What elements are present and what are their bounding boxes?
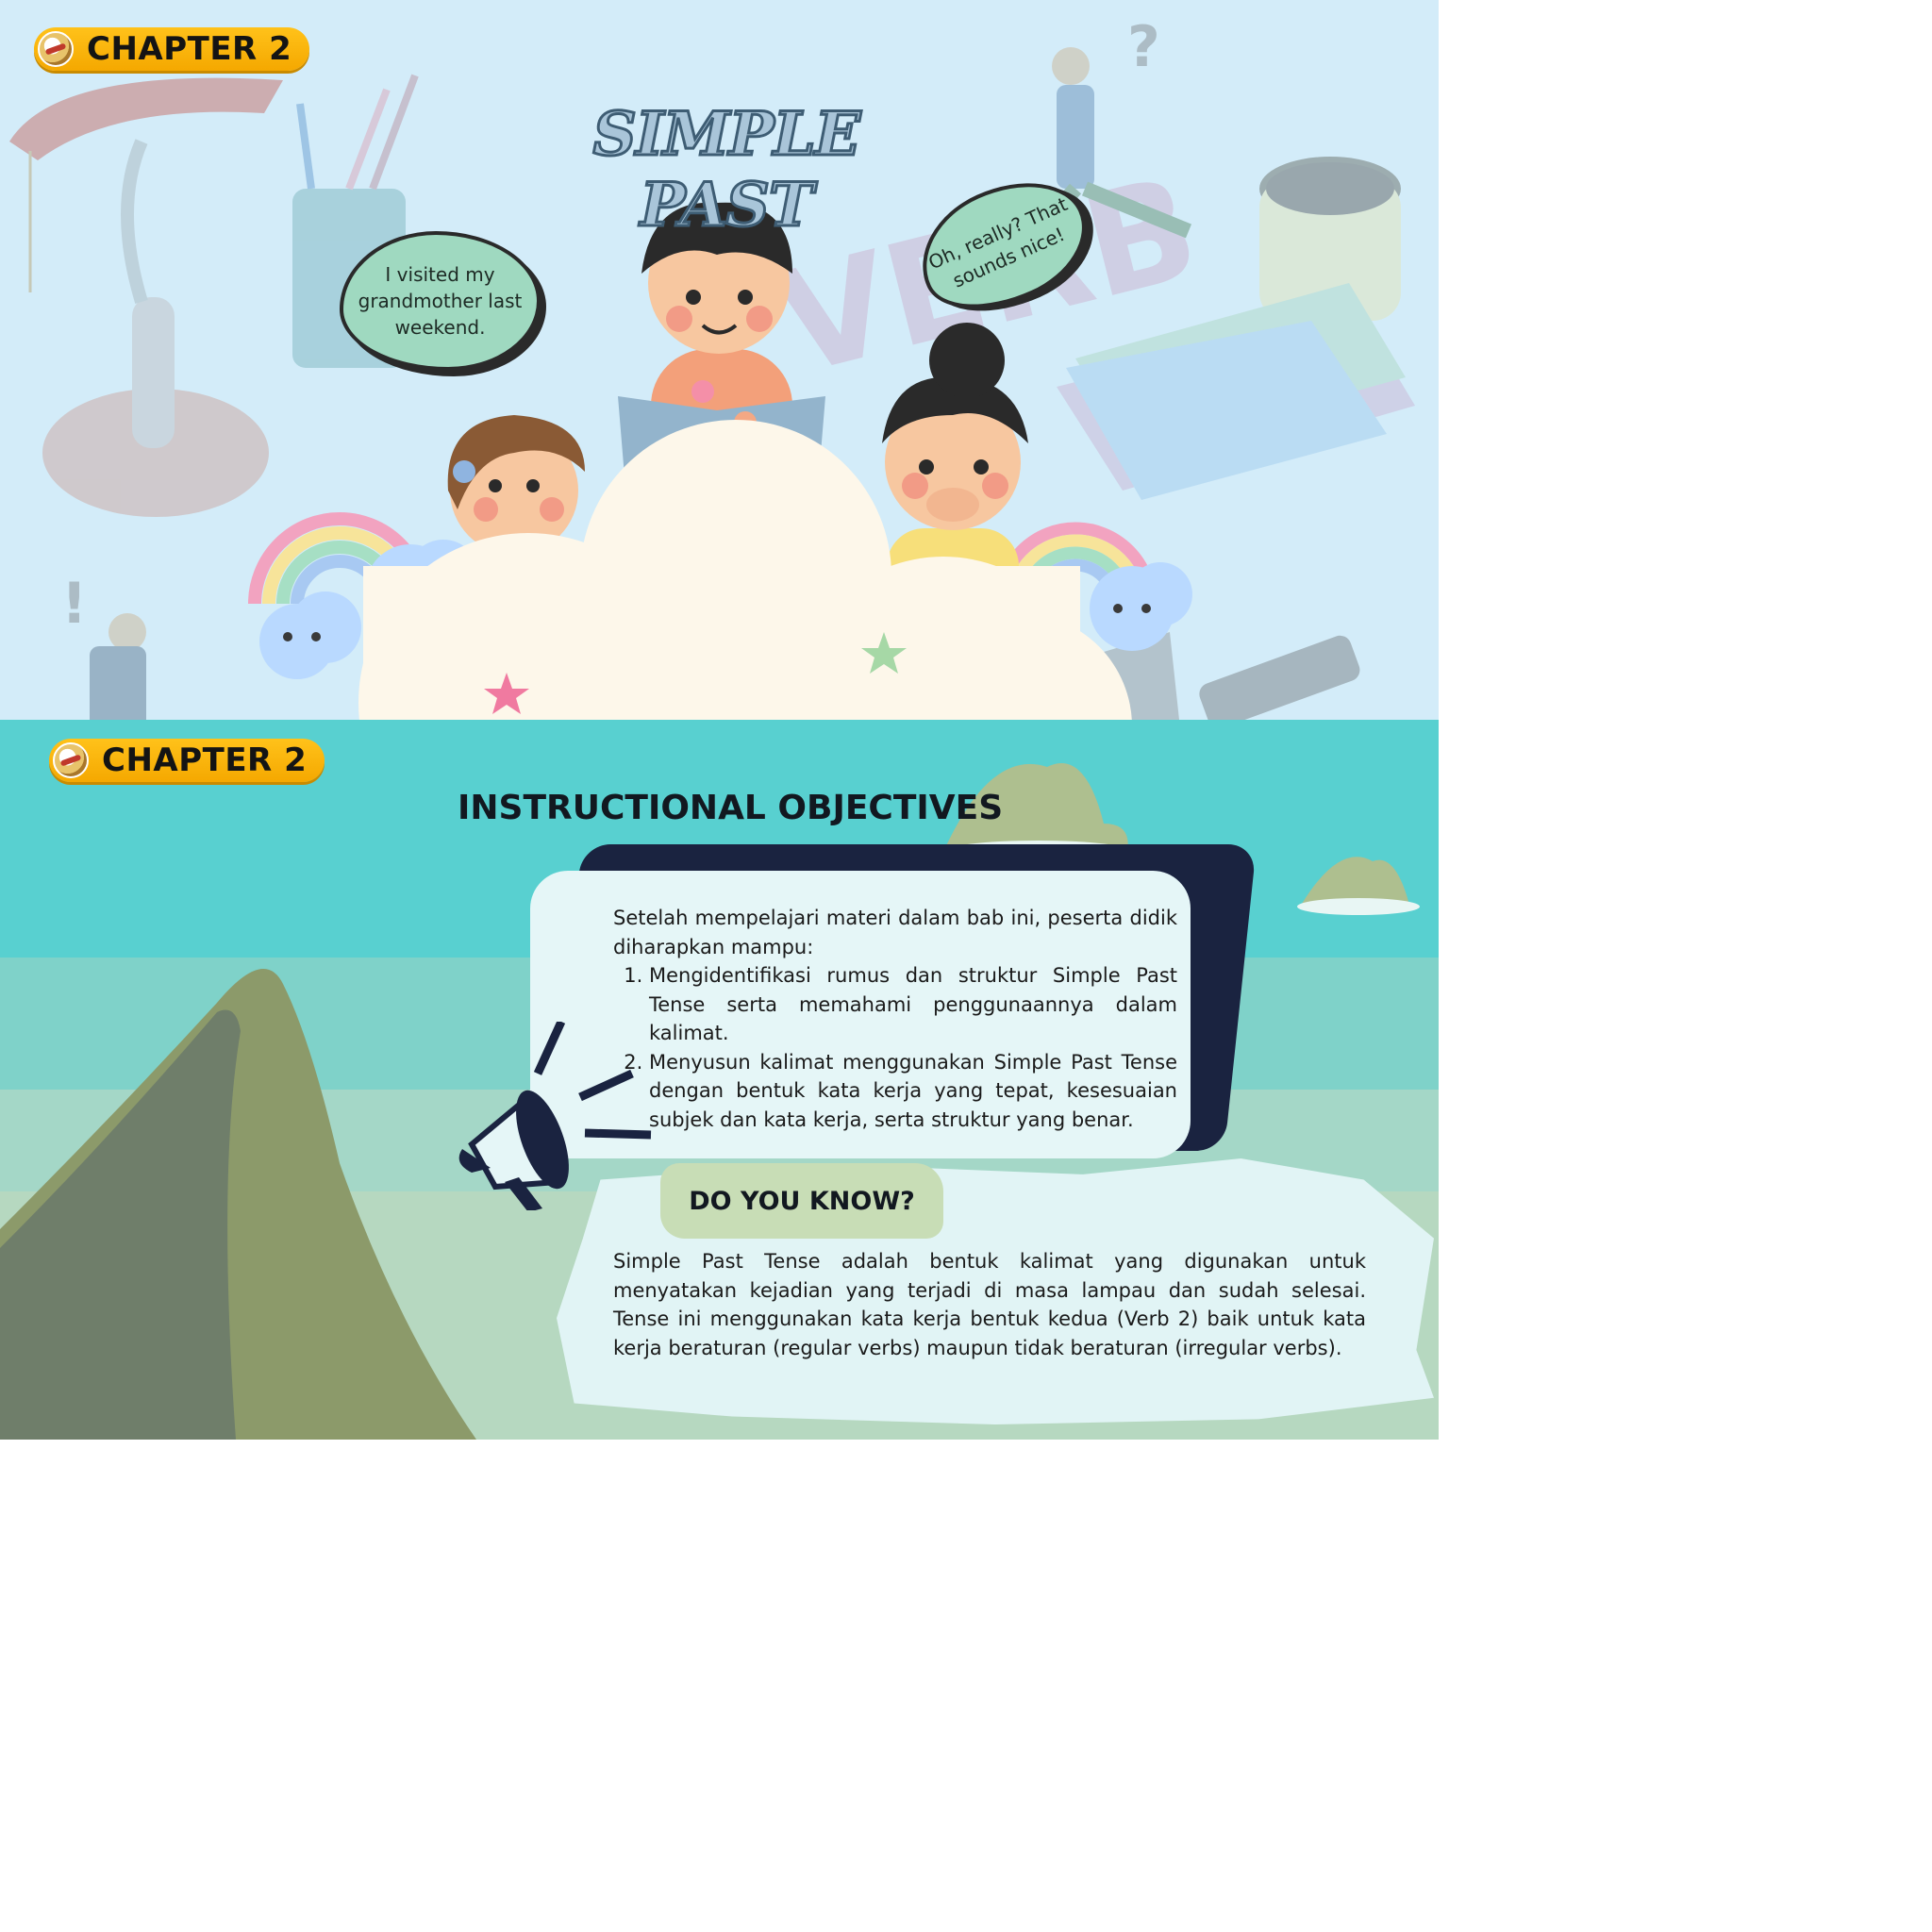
slide-instructional-objectives: CHAPTER 2 INSTRUCTIONAL OBJECTIVES Setel… (0, 720, 1439, 1440)
section-heading: INSTRUCTIONAL OBJECTIVES (458, 789, 1004, 827)
chapter-emblem-icon (53, 742, 89, 778)
chapter-badge: CHAPTER 2 (49, 739, 325, 782)
speech-bubble-left: I visited my grandmother last weekend. (340, 231, 541, 371)
do-you-know-label: DO YOU KNOW? (660, 1163, 943, 1239)
chapter-emblem-icon (38, 31, 74, 67)
objectives-text: Setelah mempelajari materi dalam bab ini… (613, 904, 1177, 1134)
speech-bubble-left-text: I visited my grandmother last weekend. (358, 263, 523, 339)
chapter-badge-label: CHAPTER 2 (102, 741, 308, 779)
chapter-badge-label: CHAPTER 2 (87, 30, 292, 68)
chapter-badge: CHAPTER 2 (34, 27, 309, 71)
do-you-know-text: Simple Past Tense adalah bentuk kalimat … (613, 1250, 1366, 1359)
slide-simple-past-cover: VERB ? ! (0, 0, 1439, 720)
objective-item: Mengidentifikasi rumus dan struktur Simp… (649, 961, 1177, 1048)
svg-text:?: ? (1127, 14, 1160, 80)
objectives-intro: Setelah mempelajari materi dalam bab ini… (613, 907, 1177, 958)
page-title: SIMPLE PAST (591, 98, 862, 242)
objective-item: Menyusun kalimat menggunakan Simple Past… (649, 1048, 1177, 1135)
objectives-list: Mengidentifikasi rumus dan struktur Simp… (613, 961, 1177, 1134)
svg-text:!: ! (61, 571, 87, 637)
